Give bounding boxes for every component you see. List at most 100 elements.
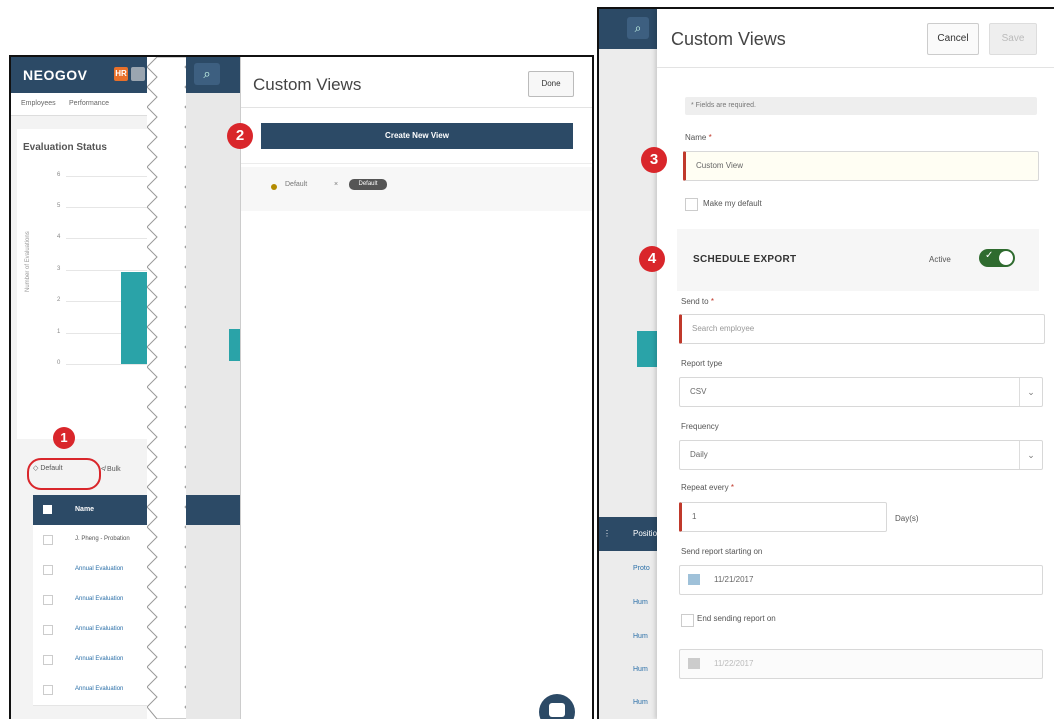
save-button[interactable]: Save bbox=[989, 23, 1037, 55]
table-row[interactable]: Annual Evaluation bbox=[33, 615, 157, 646]
panel-title: Custom Views bbox=[671, 29, 786, 49]
row-name[interactable]: Annual Evaluation bbox=[75, 566, 123, 572]
start-date-input[interactable]: 11/21/2017 bbox=[679, 565, 1043, 595]
name-label: Name * bbox=[685, 133, 712, 142]
subnav-performance[interactable]: Performance bbox=[69, 100, 109, 107]
row-name[interactable]: Annual Evaluation bbox=[75, 656, 123, 662]
y-tick: 6 bbox=[57, 172, 61, 178]
report-type-value: CSV bbox=[690, 387, 707, 396]
name-column-header[interactable]: Name bbox=[75, 506, 94, 513]
row-position[interactable]: Hum bbox=[633, 599, 648, 606]
y-tick: 5 bbox=[57, 203, 61, 209]
chat-icon[interactable] bbox=[539, 694, 575, 719]
required-star-icon: * bbox=[730, 483, 734, 492]
frequency-label: Frequency bbox=[681, 422, 719, 431]
row-checkbox[interactable] bbox=[43, 535, 53, 545]
table-row[interactable]: Annual Evaluation bbox=[33, 675, 157, 706]
row-name[interactable]: Annual Evaluation bbox=[75, 626, 123, 632]
name-label-text: Name bbox=[685, 133, 707, 142]
gridline bbox=[66, 207, 156, 208]
step-3-callout: 3 bbox=[641, 147, 667, 173]
row-checkbox[interactable] bbox=[43, 595, 53, 605]
row-checkbox[interactable] bbox=[43, 565, 53, 575]
active-toggle[interactable]: ✓ bbox=[979, 249, 1015, 267]
schedule-export-title: SCHEDULE EXPORT bbox=[693, 254, 797, 265]
view-list-item[interactable] bbox=[241, 167, 592, 211]
report-type-select[interactable]: CSV ⌄ bbox=[679, 377, 1043, 407]
panel-title: Custom Views bbox=[253, 75, 362, 94]
table-row[interactable]: Annual Evaluation bbox=[33, 585, 157, 616]
end-date-input[interactable]: 11/22/2017 bbox=[679, 649, 1043, 679]
y-tick: 4 bbox=[57, 234, 61, 240]
subnav-employees[interactable]: Employees bbox=[21, 100, 56, 107]
chevron-down-icon[interactable]: ⌄ bbox=[1019, 378, 1042, 406]
view-name[interactable]: Default bbox=[285, 181, 307, 188]
start-date-label: Send report starting on bbox=[681, 547, 763, 556]
y-axis-label: Number of Evaluations bbox=[25, 231, 31, 292]
send-to-label: Send to * bbox=[681, 297, 714, 306]
custom-views-panel: Custom Views Done 2 Create New View Defa… bbox=[227, 57, 592, 719]
cancel-button[interactable]: Cancel bbox=[927, 23, 979, 55]
search-icon[interactable]: ⌕ bbox=[194, 63, 220, 85]
required-star-icon: * bbox=[710, 297, 714, 306]
table-row[interactable]: J. Pheng - Probation bbox=[33, 525, 157, 556]
repeat-unit-label: Day(s) bbox=[895, 514, 919, 523]
brand-logo: NEOGOV bbox=[23, 67, 88, 83]
table-row[interactable]: Annual Evaluation bbox=[33, 555, 157, 586]
table-row[interactable]: Annual Evaluation bbox=[33, 645, 157, 676]
repeat-every-label: Repeat every * bbox=[681, 483, 734, 492]
remove-view-icon[interactable]: × bbox=[334, 181, 338, 188]
left-screenshot: NEOGOV HR Employees Performance Evaluati… bbox=[9, 55, 594, 719]
row-name[interactable]: Annual Evaluation bbox=[75, 596, 123, 602]
create-new-view-button[interactable]: Create New View bbox=[261, 123, 573, 149]
required-star-icon: * bbox=[708, 133, 712, 142]
step-1-callout: 1 bbox=[53, 427, 75, 449]
frequency-select[interactable]: Daily ⌄ bbox=[679, 440, 1043, 470]
search-icon[interactable]: ⌕ bbox=[627, 17, 649, 39]
gridline bbox=[66, 364, 156, 365]
row-position[interactable]: Proto bbox=[633, 565, 650, 572]
repeat-every-input[interactable]: 1 bbox=[679, 502, 887, 532]
divider bbox=[657, 67, 1054, 68]
top-navbar: NEOGOV HR bbox=[11, 57, 157, 93]
chevron-down-icon[interactable]: ⌄ bbox=[1019, 441, 1042, 469]
calendar-icon[interactable] bbox=[688, 574, 700, 585]
top-navbar: ⌕ bbox=[186, 57, 241, 93]
chart-title: Evaluation Status bbox=[23, 142, 107, 153]
gridline bbox=[66, 270, 156, 271]
row-position[interactable]: Hum bbox=[633, 633, 648, 640]
send-to-input[interactable]: Search employee bbox=[679, 314, 1045, 344]
default-badge: Default bbox=[349, 179, 387, 190]
app-background-middle: ⌕ bbox=[186, 57, 241, 719]
send-to-label-text: Send to bbox=[681, 297, 709, 306]
row-name[interactable]: Annual Evaluation bbox=[75, 686, 123, 692]
step-2-callout: 2 bbox=[227, 123, 253, 149]
app-switch-icon[interactable] bbox=[131, 67, 145, 81]
gridline bbox=[66, 176, 156, 177]
row-checkbox[interactable] bbox=[43, 655, 53, 665]
chart-bar[interactable] bbox=[637, 331, 657, 367]
row-position[interactable]: Hum bbox=[633, 666, 648, 673]
hr-badge[interactable]: HR bbox=[114, 67, 128, 81]
column-divider-icon: ⋮ bbox=[603, 529, 611, 538]
select-all-checkbox[interactable] bbox=[43, 505, 52, 514]
gridline bbox=[66, 238, 156, 239]
custom-views-edit-panel: Custom Views Cancel Save * Fields are re… bbox=[639, 9, 1054, 719]
default-view-button[interactable]: ◇ Default bbox=[33, 464, 63, 472]
repeat-every-label-text: Repeat every bbox=[681, 483, 729, 492]
divider bbox=[241, 107, 592, 108]
calendar-icon[interactable] bbox=[688, 658, 700, 669]
end-date-checkbox[interactable] bbox=[681, 614, 694, 627]
y-tick: 3 bbox=[57, 266, 61, 272]
row-checkbox[interactable] bbox=[43, 685, 53, 695]
done-button[interactable]: Done bbox=[528, 71, 574, 97]
row-position[interactable]: Hum bbox=[633, 699, 648, 706]
app-background: NEOGOV HR Employees Performance Evaluati… bbox=[11, 57, 157, 719]
divider bbox=[241, 163, 592, 164]
name-input[interactable]: Custom View bbox=[683, 151, 1039, 181]
row-checkbox[interactable] bbox=[43, 625, 53, 635]
y-tick: 1 bbox=[57, 329, 61, 335]
make-default-checkbox[interactable] bbox=[685, 198, 698, 211]
row-name[interactable]: J. Pheng - Probation bbox=[75, 536, 130, 542]
bulk-actions-button[interactable]: ≮ Bulk bbox=[101, 466, 121, 473]
